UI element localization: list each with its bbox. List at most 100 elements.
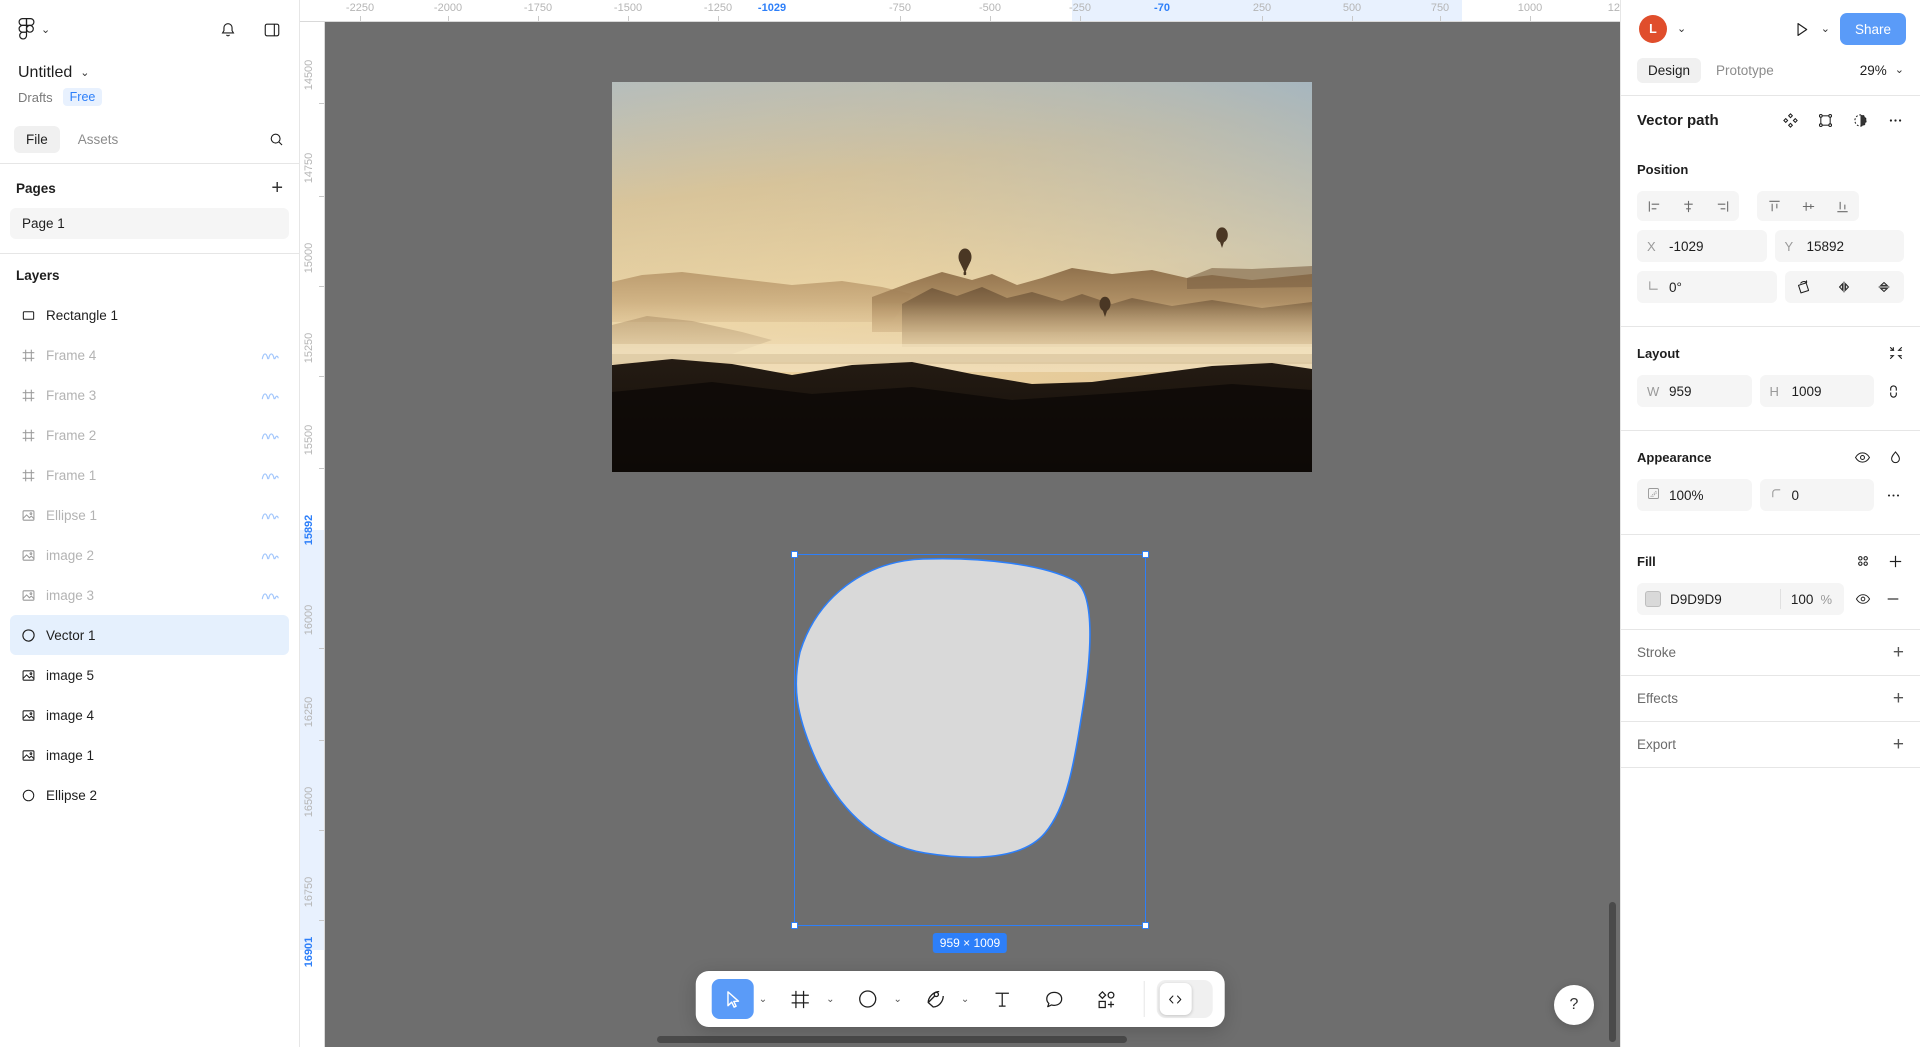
align-center-horizontal-icon[interactable] <box>1671 191 1705 221</box>
layer-item-image-2[interactable]: image 2 <box>10 535 289 575</box>
layer-item-image-5[interactable]: image 5 <box>10 655 289 695</box>
rotation-input[interactable]: 0° <box>1637 271 1777 303</box>
zoom-control[interactable]: 29% ⌄ <box>1860 63 1904 78</box>
mask-icon[interactable] <box>1852 112 1869 129</box>
horizontal-ruler[interactable]: -2250 -2000 -1750 -1500 -1250 -750 -500 -250 250… <box>300 0 1620 22</box>
flip-horizontal-icon[interactable] <box>1824 279 1864 295</box>
move-tool-caret[interactable]: ⌄ <box>757 994 769 1005</box>
width-input[interactable]: W 959 <box>1637 375 1752 407</box>
align-top-icon[interactable] <box>1757 191 1791 221</box>
pen-tool[interactable] <box>914 979 956 1019</box>
animation-indicator-icon[interactable] <box>261 470 281 481</box>
blend-mode-icon[interactable] <box>1887 449 1904 466</box>
fill-color-row[interactable]: D9D9D9 100 % <box>1637 583 1844 615</box>
tab-design[interactable]: Design <box>1637 58 1702 83</box>
tab-file[interactable]: File <box>14 126 60 153</box>
code-icon <box>1159 983 1192 1015</box>
canvas-vector-node[interactable] <box>795 557 1145 925</box>
add-fill-button[interactable] <box>1887 553 1904 570</box>
bell-icon[interactable] <box>219 21 237 39</box>
appearance-more-icon[interactable] <box>1882 488 1904 503</box>
shape-tool[interactable] <box>847 979 889 1019</box>
status-badge[interactable]: Free <box>62 88 103 106</box>
figma-menu-button[interactable]: ⌄ <box>18 18 50 42</box>
avatar[interactable]: L <box>1639 15 1667 43</box>
opacity-input[interactable]: 100% <box>1637 479 1752 511</box>
remove-fill-button[interactable] <box>1882 591 1904 607</box>
align-right-icon[interactable] <box>1705 191 1739 221</box>
layer-item-rectangle-1[interactable]: Rectangle 1 <box>10 295 289 335</box>
fill-color-swatch[interactable] <box>1645 591 1661 607</box>
animation-indicator-icon[interactable] <box>261 590 281 601</box>
rotate-icon[interactable] <box>1785 279 1825 295</box>
layer-item-image-1[interactable]: image 1 <box>10 735 289 775</box>
avatar-caret[interactable]: ⌄ <box>1677 23 1686 35</box>
layer-item-ellipse-2[interactable]: Ellipse 2 <box>10 775 289 815</box>
y-position-input[interactable]: Y 15892 <box>1774 230 1904 262</box>
fill-visibility-icon[interactable] <box>1852 591 1874 607</box>
help-button[interactable]: ? <box>1554 985 1594 1025</box>
vertical-scrollbar[interactable] <box>1609 902 1616 1042</box>
page-item-page-1[interactable]: Page 1 <box>10 208 289 239</box>
canvas-image-node[interactable] <box>612 82 1312 472</box>
frame-icon <box>20 387 36 403</box>
search-icon[interactable] <box>268 131 285 148</box>
animation-indicator-icon[interactable] <box>261 350 281 361</box>
text-tool[interactable] <box>981 979 1023 1019</box>
canvas-surface[interactable]: 959 × 1009 <box>325 22 1620 1047</box>
add-effects-button[interactable]: + <box>1893 689 1904 708</box>
layer-item-frame-3[interactable]: Frame 3 <box>10 375 289 415</box>
components-icon[interactable] <box>1782 112 1799 129</box>
move-tool[interactable] <box>711 979 754 1019</box>
collapse-icon[interactable] <box>1888 345 1904 361</box>
comment-tool[interactable] <box>1033 979 1075 1019</box>
add-stroke-button[interactable]: + <box>1893 643 1904 662</box>
file-title-row[interactable]: Untitled ⌄ <box>18 64 281 82</box>
horizontal-scrollbar[interactable] <box>657 1036 1127 1043</box>
animation-indicator-icon[interactable] <box>261 430 281 441</box>
animation-indicator-icon[interactable] <box>261 510 281 521</box>
align-center-vertical-icon[interactable] <box>1791 191 1825 221</box>
corner-radius-input[interactable]: 0 <box>1759 479 1874 511</box>
present-caret[interactable]: ⌄ <box>1821 23 1830 35</box>
more-icon[interactable] <box>1887 112 1904 129</box>
eye-icon[interactable] <box>1854 449 1871 466</box>
layer-item-image-3[interactable]: image 3 <box>10 575 289 615</box>
flip-vertical-icon[interactable] <box>1864 279 1904 295</box>
constrain-proportions-icon[interactable] <box>1882 384 1904 399</box>
section-effects[interactable]: Effects + <box>1621 676 1920 722</box>
tab-prototype[interactable]: Prototype <box>1705 58 1785 83</box>
x-position-input[interactable]: X -1029 <box>1637 230 1767 262</box>
layer-item-image-4[interactable]: image 4 <box>10 695 289 735</box>
sidebar-toggle-icon[interactable] <box>263 21 281 39</box>
animation-indicator-icon[interactable] <box>261 390 281 401</box>
dev-mode-toggle[interactable] <box>1156 980 1213 1018</box>
layer-item-frame-2[interactable]: Frame 2 <box>10 415 289 455</box>
fill-hex-value: D9D9D9 <box>1670 591 1722 607</box>
layer-item-vector-1[interactable]: Vector 1 <box>10 615 289 655</box>
layer-item-ellipse-1[interactable]: Ellipse 1 <box>10 495 289 535</box>
actions-tool[interactable] <box>1085 979 1127 1019</box>
align-bottom-icon[interactable] <box>1825 191 1859 221</box>
share-button[interactable]: Share <box>1839 13 1906 45</box>
layer-item-frame-1[interactable]: Frame 1 <box>10 455 289 495</box>
frame-tool[interactable] <box>779 979 821 1019</box>
boolean-icon[interactable] <box>1817 112 1834 129</box>
layer-item-frame-4[interactable]: Frame 4 <box>10 335 289 375</box>
animation-indicator-icon[interactable] <box>261 550 281 561</box>
frame-tool-caret[interactable]: ⌄ <box>824 994 836 1005</box>
tab-assets[interactable]: Assets <box>66 126 131 153</box>
styles-icon[interactable] <box>1855 553 1871 569</box>
vertical-ruler[interactable]: 14500 14750 15000 15250 15500 16000 16250 16500… <box>300 22 325 1047</box>
play-icon[interactable] <box>1792 20 1811 39</box>
section-stroke[interactable]: Stroke + <box>1621 630 1920 676</box>
add-page-button[interactable]: + <box>271 178 283 198</box>
section-export[interactable]: Export + <box>1621 722 1920 768</box>
height-input[interactable]: H 1009 <box>1759 375 1874 407</box>
breadcrumb-drafts[interactable]: Drafts <box>18 90 53 105</box>
pen-tool-caret[interactable]: ⌄ <box>959 994 971 1005</box>
add-export-button[interactable]: + <box>1893 735 1904 754</box>
canvas-area[interactable]: -2250 -2000 -1750 -1500 -1250 -750 -500 -250 250… <box>300 0 1620 1047</box>
shape-tool-caret[interactable]: ⌄ <box>892 994 904 1005</box>
align-left-icon[interactable] <box>1637 191 1671 221</box>
